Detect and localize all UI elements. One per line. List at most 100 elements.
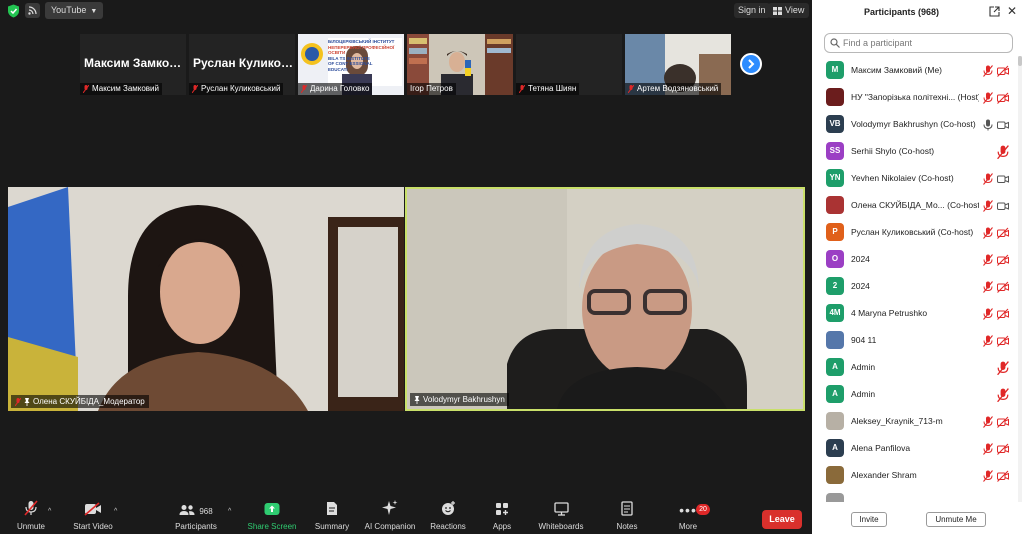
mic-muted-icon[interactable] xyxy=(983,415,993,428)
mic-muted-icon[interactable] xyxy=(997,388,1009,403)
camera-off-icon[interactable] xyxy=(997,334,1009,347)
whiteboard-icon xyxy=(553,502,569,516)
participant-row[interactable]: M Максим Замковий (Me) xyxy=(812,60,1018,87)
more-button[interactable]: ••• More xyxy=(674,496,702,534)
mic-muted-icon[interactable] xyxy=(983,442,993,455)
participant-name: Volodymyr Bakhrushyn (Co-host) xyxy=(851,119,976,129)
invite-button[interactable]: Invite xyxy=(851,512,887,527)
apps-button[interactable]: Apps xyxy=(488,496,516,534)
pin-icon xyxy=(414,395,420,404)
whiteboards-label: Whiteboards xyxy=(538,522,584,531)
participant-row[interactable]: Олена СКУЙБІДА_Мо... (Co-host) xyxy=(812,195,1018,222)
leave-button[interactable]: Leave xyxy=(762,510,802,529)
participant-row[interactable]: A Alena Panfilova xyxy=(812,438,1018,465)
participant-row[interactable]: SS Serhii Shylo (Co-host) xyxy=(812,141,1018,168)
thumbnail-tile[interactable]: Руслан Кулико… Руслан Куликовський xyxy=(189,34,295,95)
participants-panel-header: Participants (968) ✕ xyxy=(812,0,1024,24)
rss-icon[interactable] xyxy=(25,3,40,18)
camera-off-icon[interactable] xyxy=(997,442,1009,455)
thumbnail-tile[interactable]: Артем Водзяновський xyxy=(625,34,731,95)
app-dropdown[interactable]: YouTube ▼ xyxy=(45,2,104,19)
camera-icon[interactable] xyxy=(997,199,1009,211)
zoom-meeting-window: YouTube ▼ Sign in View Максим Замко… Макс… xyxy=(0,0,1024,534)
video-tile-active-speaker[interactable]: Volodymyr Bakhrushyn xyxy=(405,187,805,411)
start-video-label: Start Video xyxy=(73,522,113,531)
participants-button[interactable]: 968 Participants xyxy=(174,496,218,534)
participant-row[interactable]: НУ "Запорізька політехні... (Host) xyxy=(812,87,1018,114)
popout-icon[interactable] xyxy=(989,6,1000,17)
camera-off-icon[interactable] xyxy=(997,307,1009,320)
reactions-button[interactable]: Reactions xyxy=(428,496,468,534)
mic-icon[interactable] xyxy=(983,118,993,131)
thumbnail-tile[interactable]: БІЛОЦЕРКІВСЬКИЙ ІНСТИТУТ НЕПЕРЕРВНОЇ ПРО… xyxy=(298,34,404,95)
participant-row[interactable]: 904 11 xyxy=(812,330,1018,357)
participant-row[interactable]: A Admin xyxy=(812,384,1018,411)
video-tile-moderator[interactable]: Олена СКУЙБІДА_Модератор xyxy=(8,187,404,411)
participant-list-scrollbar[interactable] xyxy=(1018,56,1022,502)
whiteboards-button[interactable]: Whiteboards xyxy=(536,496,586,534)
thumbnail-tile[interactable]: Максим Замко… Максим Замковий xyxy=(80,34,186,95)
mic-muted-icon[interactable] xyxy=(983,199,993,212)
participant-row[interactable]: Aleksey_Kraynik_713-m xyxy=(812,411,1018,438)
sign-in-button[interactable]: Sign in xyxy=(734,3,770,18)
camera-off-icon[interactable] xyxy=(997,253,1009,266)
shield-icon[interactable] xyxy=(7,4,20,18)
camera-off-icon[interactable] xyxy=(997,91,1009,104)
camera-off-icon[interactable] xyxy=(997,280,1009,293)
mic-muted-icon[interactable] xyxy=(983,307,993,320)
mic-muted-icon[interactable] xyxy=(983,64,993,77)
camera-off-icon[interactable] xyxy=(997,64,1009,77)
mic-muted-icon[interactable] xyxy=(983,280,993,293)
participants-options-caret[interactable]: ^ xyxy=(228,508,231,515)
camera-icon[interactable] xyxy=(997,172,1009,184)
camera-off-icon[interactable] xyxy=(997,469,1009,482)
camera-off-icon[interactable] xyxy=(997,226,1009,239)
view-button[interactable]: View xyxy=(768,3,810,18)
participant-search-input[interactable]: Find a participant xyxy=(824,33,1013,53)
participant-row[interactable]: 2 2024 xyxy=(812,276,1018,303)
share-screen-button[interactable]: Share Screen xyxy=(248,496,296,534)
camera-icon[interactable] xyxy=(997,118,1009,130)
audio-options-caret[interactable]: ^ xyxy=(48,508,51,515)
next-page-button[interactable] xyxy=(740,53,762,75)
mic-muted-icon[interactable] xyxy=(983,334,993,347)
more-badge: 20 xyxy=(696,504,710,515)
mic-muted-icon[interactable] xyxy=(983,91,993,104)
ai-companion-button[interactable]: AI Companion xyxy=(362,496,418,534)
participant-row[interactable]: Alexander Shram xyxy=(812,465,1018,492)
participant-row[interactable] xyxy=(812,492,1018,502)
mic-muted-icon[interactable] xyxy=(983,172,993,185)
unmute-me-button[interactable]: Unmute Me xyxy=(926,512,986,527)
participant-row[interactable]: P Руслан Куликовський (Co-host) xyxy=(812,222,1018,249)
participant-name: 904 11 xyxy=(851,335,877,345)
participant-row[interactable]: YN Yevhen Nikolaiev (Co-host) xyxy=(812,168,1018,195)
notes-button[interactable]: Notes xyxy=(612,496,642,534)
camera-off-icon[interactable] xyxy=(997,415,1009,428)
summary-button[interactable]: Summary xyxy=(312,496,352,534)
mic-off-icon xyxy=(24,500,38,516)
avatar: О xyxy=(826,250,844,268)
participant-row[interactable]: 4M 4 Maryna Petrushko xyxy=(812,303,1018,330)
participant-name: 2024 xyxy=(851,281,870,291)
meeting-topbar: YouTube ▼ Sign in View xyxy=(0,0,812,22)
thumbnail-label: Дарина Головко xyxy=(298,83,373,95)
start-video-button[interactable]: Start Video xyxy=(72,496,114,534)
participant-row[interactable]: VB Volodymyr Bakhrushyn (Co-host) xyxy=(812,114,1018,141)
mic-muted-icon[interactable] xyxy=(983,469,993,482)
mic-muted-icon[interactable] xyxy=(997,145,1009,160)
summary-label: Summary xyxy=(314,522,350,531)
video-name-label: Олена СКУЙБІДА_Модератор xyxy=(11,395,149,408)
mic-muted-icon[interactable] xyxy=(983,226,993,239)
thumbnail-tile[interactable]: Ігор Петров xyxy=(407,34,513,95)
participant-row[interactable]: О 2024 xyxy=(812,249,1018,276)
close-icon[interactable]: ✕ xyxy=(1007,4,1017,18)
scrollbar-thumb[interactable] xyxy=(1018,56,1022,66)
video-options-caret[interactable]: ^ xyxy=(114,508,117,515)
participant-row[interactable]: A Admin xyxy=(812,357,1018,384)
thumbnail-tile[interactable]: Тетяна Шиян xyxy=(516,34,622,95)
speaker-video xyxy=(407,189,803,409)
mic-muted-icon[interactable] xyxy=(997,361,1009,376)
banner-line: НЕПЕРЕРВНОЇ ПРОФЕСІЙНОЇ ОСВІТИ xyxy=(328,44,395,56)
unmute-button[interactable]: Unmute xyxy=(16,496,46,534)
mic-muted-icon[interactable] xyxy=(983,253,993,266)
